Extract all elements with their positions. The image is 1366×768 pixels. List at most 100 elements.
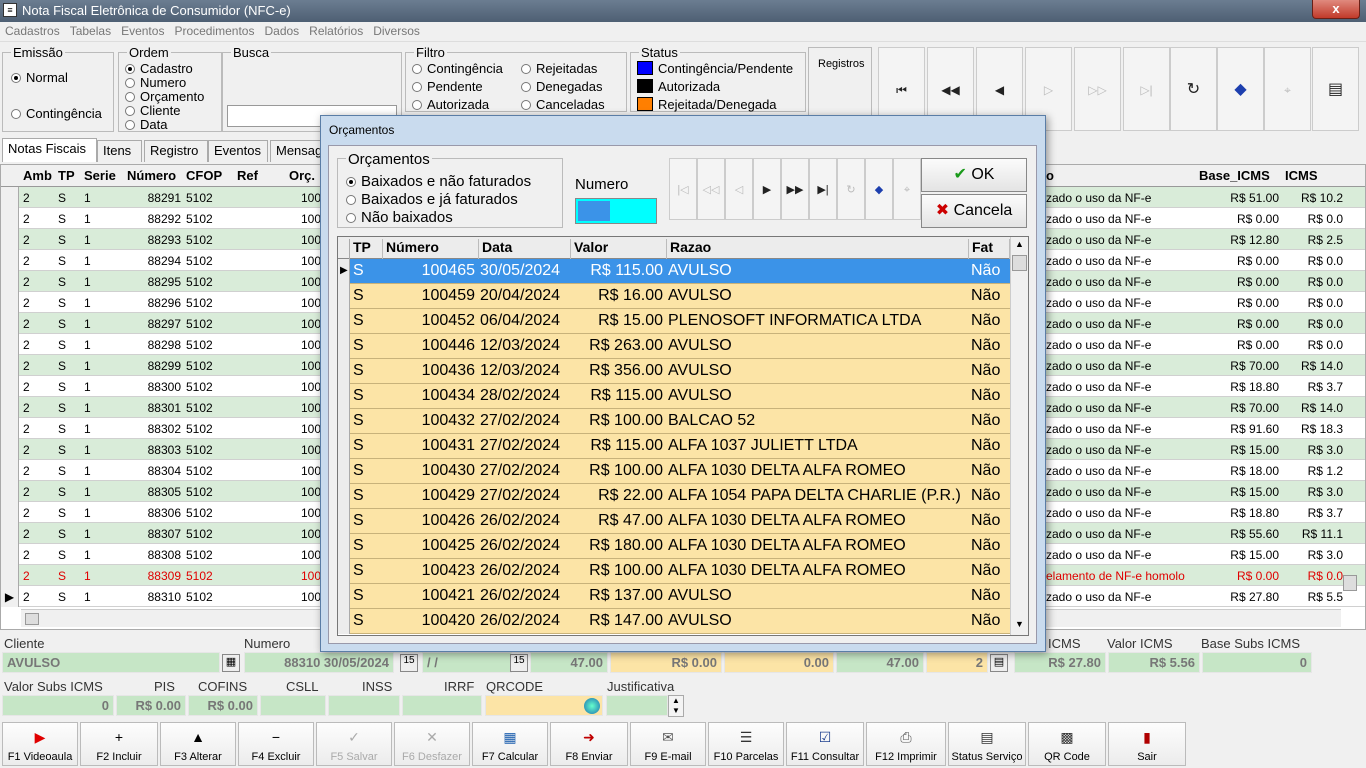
filtro-canceladas-radio[interactable]: Canceladas (521, 97, 605, 112)
list-item[interactable]: S 100423 26/02/2024 R$ 100.00 ALFA 1030 DELT… (338, 559, 1010, 584)
list-item[interactable]: S 100425 26/02/2024 R$ 180.00 ALFA 1030 DELT… (338, 534, 1010, 559)
dlg-prior-page-button[interactable]: ◁◁ (697, 158, 725, 220)
grid-options-button[interactable]: ▤ (1312, 47, 1359, 131)
list-item[interactable]: S 100431 27/02/2024 R$ 115.00 ALFA 1037 JULI… (338, 434, 1010, 459)
list-item[interactable]: S 100429 27/02/2024 R$ 22.00 ALFA 1054 PAPA … (338, 484, 1010, 509)
irrf-field[interactable] (402, 695, 482, 716)
col-fat[interactable]: Fat (969, 239, 1010, 261)
col-valor[interactable]: Valor (571, 239, 667, 261)
value-field-1[interactable]: 47.00 (530, 652, 608, 673)
inss-field[interactable] (328, 695, 400, 716)
consultar-button[interactable]: ☑ F11 Consultar (786, 722, 864, 766)
filtro-autorizada-radio[interactable]: Autorizada (412, 97, 489, 112)
numero-field[interactable]: 88310 30/05/2024 (244, 652, 394, 673)
ok-button[interactable]: ✔ OK (921, 158, 1027, 192)
col-razao[interactable]: Razao (667, 239, 969, 261)
col-numero[interactable]: Número (127, 168, 176, 183)
refresh-button[interactable]: ↻ (1170, 47, 1217, 131)
dlg-bookmark-button[interactable]: ◆ (865, 158, 893, 220)
pis-field[interactable]: R$ 0.00 (116, 695, 186, 716)
list-item[interactable]: S 100426 26/02/2024 R$ 47.00 ALFA 1030 DELTA… (338, 509, 1010, 534)
dlg-goto-button[interactable]: ⌖ (893, 158, 921, 220)
cliente-field[interactable]: AVULSO (2, 652, 220, 673)
filtro-pendente-radio[interactable]: Pendente (412, 79, 483, 94)
col-ref[interactable]: Ref (237, 168, 258, 183)
list-item[interactable]: S 100430 27/02/2024 R$ 100.00 ALFA 1030 DELT… (338, 459, 1010, 484)
filtro-contingencia-radio[interactable]: Contingência (412, 61, 503, 76)
baixados-faturados-radio[interactable]: Baixados e já faturados (346, 191, 518, 208)
vertical-scrollbar-thumb[interactable] (1343, 575, 1357, 591)
col-amb[interactable]: Amb (23, 168, 52, 183)
ordem-orcamento-radio[interactable]: Orçamento (125, 89, 204, 104)
date-field[interactable]: / / (422, 652, 512, 673)
menu-diversos[interactable]: Diversos (368, 22, 425, 40)
menu-eventos[interactable]: Eventos (116, 22, 169, 40)
goto-button[interactable]: ⌖ (1264, 47, 1311, 131)
list-item[interactable]: S 100459 20/04/2024 R$ 16.00 AVULSO Não (338, 284, 1010, 309)
csll-field[interactable] (260, 695, 326, 716)
qr-code-button[interactable]: ▩ QR Code (1028, 722, 1106, 766)
incluir-button[interactable]: + F2 Incluir (80, 722, 158, 766)
nao-baixados-radio[interactable]: Não baixados (346, 209, 453, 226)
col-tp[interactable]: TP (350, 239, 383, 261)
valor-subs-field[interactable]: 0 (2, 695, 114, 716)
list-item[interactable]: S 100434 28/02/2024 R$ 115.00 AVULSO Não (338, 384, 1010, 409)
ordem-cadastro-radio[interactable]: Cadastro (125, 61, 193, 76)
scroll-up-icon[interactable]: ▲ (1012, 239, 1027, 253)
enviar-button[interactable]: ➜ F8 Enviar (550, 722, 628, 766)
value-field-3[interactable]: 0.00 (724, 652, 834, 673)
dlg-prior-button[interactable]: ◁ (725, 158, 753, 220)
tab-itens[interactable]: Itens (97, 140, 142, 162)
orcamentos-grid[interactable]: TP Número Data Valor Razao Fat ▶ S 100465 3… (337, 236, 1029, 636)
excluir-button[interactable]: − F4 Excluir (238, 722, 314, 766)
scroll-thumb[interactable] (1012, 255, 1027, 271)
dlg-last-button[interactable]: ▶| (809, 158, 837, 220)
value-field-4[interactable]: 47.00 (836, 652, 924, 673)
cofins-field[interactable]: R$ 0.00 (188, 695, 258, 716)
col-numero[interactable]: Número (383, 239, 479, 261)
col-orc[interactable]: Orç. (289, 168, 315, 183)
dlg-next-button[interactable]: ▶ (753, 158, 781, 220)
calcular-button[interactable]: ▦ F7 Calcular (472, 722, 548, 766)
orcamentos-vertical-scrollbar[interactable]: ▲ ▼ (1010, 237, 1028, 635)
keyboard-icon[interactable]: ▤ (990, 654, 1008, 672)
alterar-button[interactable]: ▲ F3 Alterar (160, 722, 236, 766)
menu-procedimentos[interactable]: Procedimentos (169, 22, 259, 40)
col-motivo[interactable]: o (1046, 168, 1054, 183)
menu-tabelas[interactable]: Tabelas (65, 22, 116, 40)
col-base-icms[interactable]: Base_ICMS (1199, 168, 1270, 183)
menu-cadastros[interactable]: Cadastros (0, 22, 65, 40)
menu-dados[interactable]: Dados (259, 22, 304, 40)
emissao-contingencia-radio[interactable]: Contingência (11, 106, 102, 121)
filtro-rejeitadas-radio[interactable]: Rejeitadas (521, 61, 597, 76)
email-button[interactable]: ✉ F9 E-mail (630, 722, 706, 766)
calculator-icon[interactable]: ▦ (222, 654, 240, 672)
valor-icms-field[interactable]: R$ 5.56 (1108, 652, 1200, 673)
parcelas-button[interactable]: ☰ F10 Parcelas (708, 722, 784, 766)
base-subs-field[interactable]: 0 (1202, 652, 1312, 673)
imprimir-button[interactable]: ⎙ F12 Imprimir (866, 722, 946, 766)
baixados-nao-faturados-radio[interactable]: Baixados e não faturados (346, 173, 531, 190)
list-item[interactable]: S 100446 12/03/2024 R$ 263.00 AVULSO Não (338, 334, 1010, 359)
tab-eventos[interactable]: Eventos (208, 140, 268, 162)
spinner-icon[interactable]: ▲ ▼ (668, 695, 684, 717)
calendar-icon-2[interactable]: 15 (510, 654, 528, 672)
numero-input[interactable] (575, 198, 657, 224)
ordem-numero-radio[interactable]: Numero (125, 75, 186, 90)
tab-notas-fiscais[interactable]: Notas Fiscais (2, 138, 97, 162)
list-item[interactable]: S 100436 12/03/2024 R$ 356.00 AVULSO Não (338, 359, 1010, 384)
list-item[interactable]: S 100420 26/02/2024 R$ 147.00 AVULSO Não (338, 609, 1010, 634)
icms-field[interactable]: R$ 27.80 (1014, 652, 1106, 673)
last-record-button[interactable]: ▷| (1123, 47, 1170, 131)
col-serie[interactable]: Serie (84, 168, 116, 183)
ordem-data-radio[interactable]: Data (125, 117, 167, 132)
emissao-normal-radio[interactable]: Normal (11, 70, 68, 85)
close-button[interactable]: x (1312, 0, 1360, 19)
cancel-button[interactable]: ✖ Cancela (921, 194, 1027, 228)
scroll-down-icon[interactable]: ▼ (1012, 619, 1027, 633)
list-item[interactable]: S 100452 06/04/2024 R$ 15.00 PLENOSOFT INFOR… (338, 309, 1010, 334)
desfazer-button[interactable]: ✕ F6 Desfazer (394, 722, 470, 766)
globe-icon[interactable] (584, 698, 600, 714)
next-page-button[interactable]: ▷▷ (1074, 47, 1121, 131)
horizontal-scrollbar-thumb[interactable] (25, 613, 39, 625)
